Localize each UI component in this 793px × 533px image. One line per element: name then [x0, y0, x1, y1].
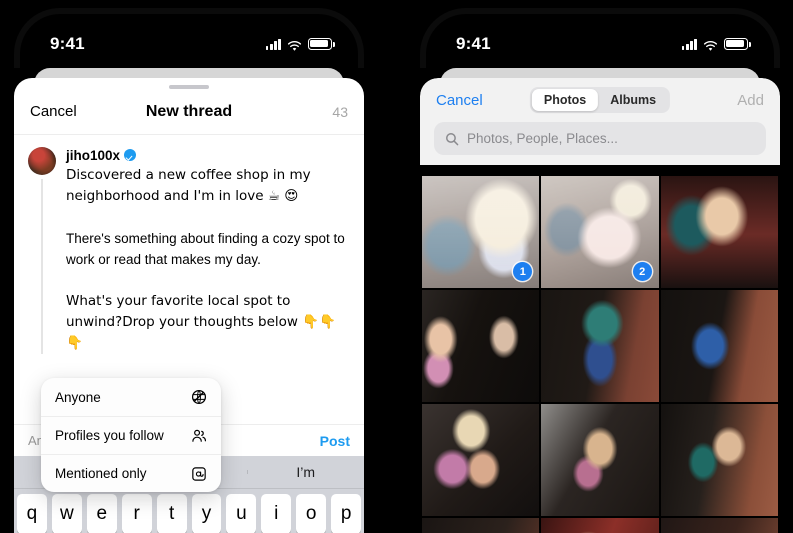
phone-left-screen: 9:41 Cancel New thread 43 jiho100x Disco… — [14, 8, 364, 533]
post-content: jiho100x Discovered a new coffee shop in… — [66, 147, 350, 354]
key-u[interactable]: u — [226, 494, 257, 533]
audience-option-label: Profiles you follow — [55, 428, 164, 443]
photo-picker-sheet: Cancel Photos Albums Add Photos, People,… — [420, 78, 780, 533]
tab-photos[interactable]: Photos — [531, 89, 599, 111]
photo-thumbnail[interactable] — [422, 518, 540, 533]
picker-header: Cancel Photos Albums Add Photos, People,… — [420, 78, 780, 165]
thread-connector-line — [41, 179, 43, 354]
reply-audience-popover: Anyone Profiles you follow Mentioned onl… — [41, 378, 221, 492]
cellular-bars-icon — [681, 38, 697, 50]
audience-option-label: Anyone — [55, 389, 101, 405]
people-icon — [190, 427, 207, 444]
status-bar-left: 9:41 — [14, 8, 364, 64]
selection-badge: 2 — [632, 262, 652, 281]
photo-thumbnail[interactable]: 1 — [422, 176, 540, 288]
character-count: 43 — [332, 103, 348, 120]
username[interactable]: jiho100x — [66, 148, 120, 163]
compose-header: Cancel New thread 43 — [14, 89, 364, 135]
search-input[interactable]: Photos, People, Places... — [434, 122, 766, 155]
key-w[interactable]: w — [51, 494, 82, 533]
picker-toolbar: Cancel Photos Albums Add — [420, 78, 780, 122]
suggestion-chip[interactable]: I’m — [247, 464, 364, 480]
photo-thumbnail[interactable] — [660, 176, 778, 288]
key-q[interactable]: q — [17, 494, 47, 533]
cancel-button[interactable]: Cancel — [30, 103, 77, 120]
tab-albums[interactable]: Albums — [598, 89, 668, 111]
screenshot-stage: 9:41 Cancel New thread 43 jiho100x Disco… — [0, 0, 793, 533]
photo-thumbnail[interactable] — [422, 404, 540, 516]
audience-option-profiles-you-follow[interactable]: Profiles you follow — [41, 416, 221, 454]
status-icons — [265, 38, 335, 51]
battery-icon — [308, 38, 335, 50]
status-bar-right: 9:41 — [420, 8, 780, 64]
post-button[interactable]: Post — [320, 433, 350, 449]
audience-option-label: Mentioned only — [55, 466, 147, 481]
photo-thumbnail[interactable] — [541, 518, 659, 533]
status-icons — [681, 38, 751, 51]
photo-thumbnail[interactable] — [660, 290, 778, 402]
post-paragraph: Discovered a new coffee shop in my neigh… — [66, 167, 311, 204]
photo-thumbnail[interactable] — [422, 290, 540, 402]
photo-thumbnail[interactable]: 2 — [541, 176, 659, 288]
wifi-icon — [703, 39, 718, 51]
post-text[interactable]: Discovered a new coffee shop in my neigh… — [66, 165, 350, 354]
key-r[interactable]: r — [121, 494, 152, 533]
photo-thumbnail[interactable] — [541, 290, 659, 402]
cellular-bars-icon — [265, 38, 281, 50]
username-row: jiho100x — [66, 147, 350, 163]
audience-option-anyone[interactable]: Anyone — [41, 378, 221, 416]
key-e[interactable]: e — [86, 494, 117, 533]
key-o[interactable]: o — [296, 494, 327, 533]
add-button[interactable]: Add — [737, 92, 764, 109]
phone-right-photo-picker: 9:41 Cancel Photos Albums Add Photos, Pe… — [420, 8, 780, 533]
key-y[interactable]: y — [191, 494, 222, 533]
key-i[interactable]: i — [261, 494, 292, 533]
search-placeholder: Photos, People, Places... — [467, 131, 618, 146]
post-paragraph: There's something about finding a cozy s… — [66, 231, 345, 267]
phone-left-compose: 9:41 Cancel New thread 43 jiho100x Disco… — [14, 8, 364, 533]
avatar[interactable] — [28, 147, 56, 175]
post-row: jiho100x Discovered a new coffee shop in… — [28, 147, 350, 354]
post-paragraph: What's your favorite local spot to unwin… — [66, 293, 336, 351]
search-icon — [445, 132, 459, 146]
phone-right-screen: 9:41 Cancel Photos Albums Add Photos, Pe… — [420, 8, 780, 533]
keyboard-row-1: q w e r t y u i o p — [14, 489, 364, 533]
cancel-button[interactable]: Cancel — [436, 92, 483, 109]
compose-sheet: Cancel New thread 43 jiho100x Discovered… — [14, 78, 364, 533]
battery-icon — [724, 38, 751, 50]
key-p[interactable]: p — [331, 494, 362, 533]
photo-thumbnail[interactable] — [660, 518, 778, 533]
globe-icon — [190, 389, 207, 406]
audience-option-mentioned-only[interactable]: Mentioned only — [41, 454, 221, 492]
wifi-icon — [287, 39, 302, 51]
verified-badge-icon — [124, 149, 137, 161]
compose-body: jiho100x Discovered a new coffee shop in… — [14, 135, 364, 354]
status-time: 9:41 — [50, 34, 85, 53]
segmented-control: Photos Albums — [529, 87, 671, 113]
photo-thumbnail[interactable] — [660, 404, 778, 516]
status-time: 9:41 — [456, 34, 491, 53]
at-sign-icon — [190, 465, 207, 482]
key-t[interactable]: t — [156, 494, 187, 533]
photo-grid: 1 2 — [420, 176, 780, 533]
photo-thumbnail[interactable] — [541, 404, 659, 516]
